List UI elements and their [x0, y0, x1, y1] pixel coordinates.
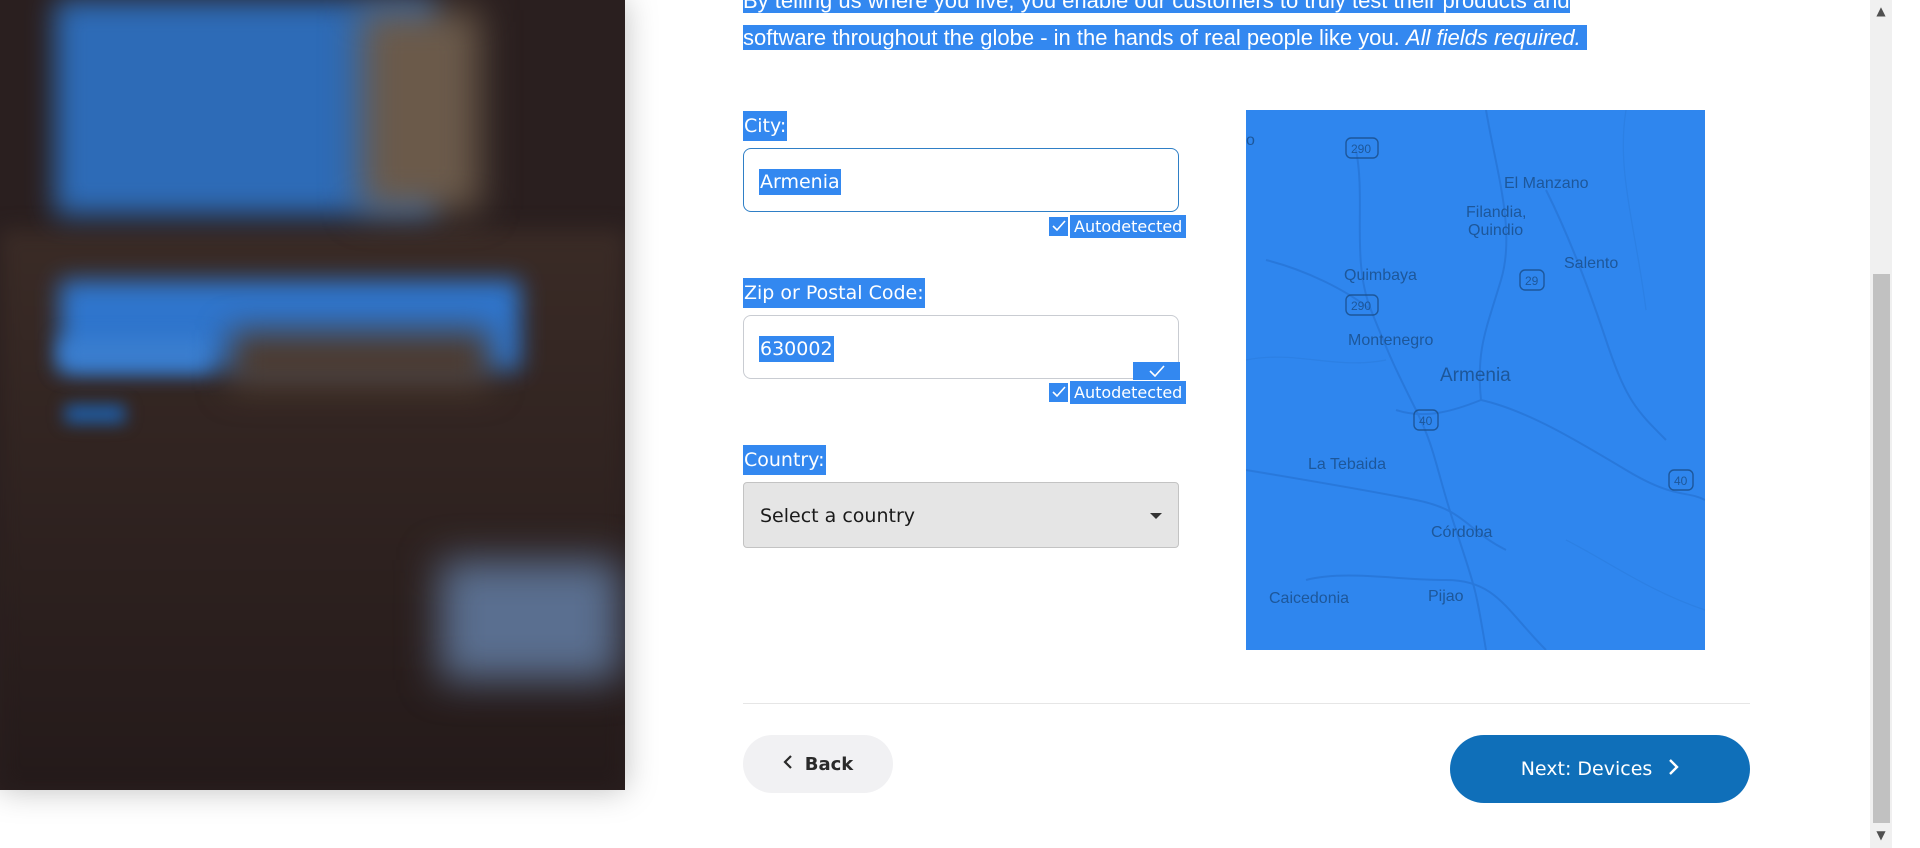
page: By telling us where you live, you enable…	[0, 0, 1920, 848]
window-edge	[1892, 0, 1920, 848]
check-icon	[1049, 216, 1068, 236]
city-label: City:	[743, 111, 788, 141]
back-button-label: Back	[804, 753, 854, 775]
road-shields	[1345, 137, 1694, 491]
hero-image-blurred	[0, 0, 625, 790]
back-button[interactable]: Back	[743, 735, 893, 793]
country-label: Country:	[743, 445, 826, 475]
intro-text: By telling us where you live, you enable…	[743, 0, 1663, 56]
chevron-left-icon	[783, 754, 793, 775]
city-autodetected: Autodetected	[1049, 214, 1187, 238]
city-autodetected-label: Autodetected	[1070, 214, 1187, 238]
intro-required-note: All fields required.	[1405, 25, 1581, 50]
city-input-value: Armenia	[759, 169, 841, 195]
zip-input-value: 630002	[759, 336, 834, 362]
caret-down-icon	[1150, 513, 1162, 519]
check-icon	[1049, 382, 1068, 402]
scroll-down-arrow-icon[interactable]: ▼	[1872, 826, 1890, 844]
road-shield-label: 40	[1674, 474, 1688, 488]
section-divider	[743, 703, 1750, 704]
scroll-up-arrow-icon[interactable]: ▲	[1872, 2, 1890, 20]
next-devices-button[interactable]: Next: Devices	[1450, 735, 1750, 803]
scrollbar-thumb[interactable]	[1873, 274, 1890, 823]
zip-input[interactable]: 630002	[743, 315, 1179, 379]
country-select[interactable]: Select a country	[743, 482, 1179, 548]
zip-autodetected-label: Autodetected	[1070, 380, 1187, 404]
road-shield-label: 290	[1351, 142, 1372, 156]
road-shield-label: 29	[1525, 274, 1539, 288]
road-shield-label: 290	[1351, 299, 1372, 313]
country-select-value: Select a country	[760, 505, 915, 527]
city-input[interactable]: Armenia	[743, 148, 1179, 212]
next-button-label: Next: Devices	[1520, 758, 1653, 780]
location-map[interactable]: o El Manzano Filandia, Quindio Salento Q…	[1246, 110, 1705, 650]
zip-label: Zip or Postal Code:	[743, 278, 925, 308]
chevron-right-icon	[1668, 757, 1679, 781]
road-shield-label: 40	[1419, 414, 1433, 428]
zip-autodetected: Autodetected	[1049, 380, 1187, 404]
zip-valid-check-icon	[1133, 362, 1180, 380]
intro-line-2: software throughout the globe - in the h…	[743, 25, 1400, 50]
intro-line-1: By telling us where you live, you enable…	[743, 0, 1570, 13]
